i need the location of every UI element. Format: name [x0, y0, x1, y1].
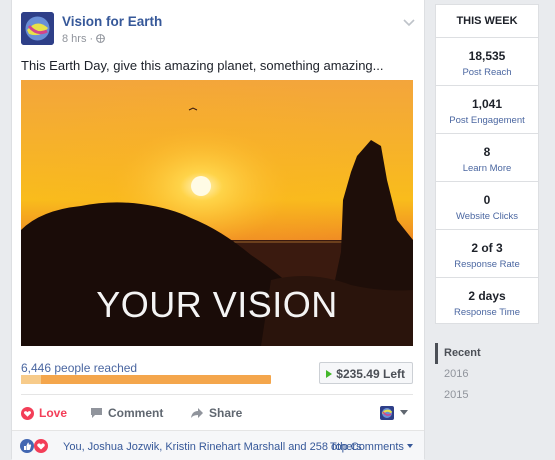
post-options-chevron-icon[interactable] [402, 16, 416, 30]
like-reaction-icon [20, 439, 34, 458]
comment-label: Comment [108, 406, 164, 420]
stat-value: 8 [483, 145, 491, 159]
stat-label[interactable]: Response Time [436, 307, 538, 318]
budget-left-button[interactable]: $235.49 Left [319, 362, 413, 384]
stat-value: 18,535 [468, 49, 506, 63]
caret-down-icon [400, 410, 408, 415]
stat-label[interactable]: Website Clicks [436, 211, 538, 222]
post-actions: Love Comment Share [21, 403, 413, 423]
stat-post-reach: 18,535 Post Reach [436, 38, 538, 86]
share-button[interactable]: Share [190, 403, 242, 423]
budget-left-label: $235.49 Left [336, 367, 405, 381]
stat-website-clicks: 0 Website Clicks [436, 182, 538, 230]
post-time[interactable]: 8 hrs [62, 33, 86, 45]
stat-response-rate: 2 of 3 Response Rate [436, 230, 538, 278]
reactions-bar: You, Joshua Jozwik, Kristin Rinehart Mar… [12, 430, 424, 460]
stat-value: 0 [483, 193, 491, 207]
love-label: Love [39, 406, 68, 420]
play-icon [326, 370, 333, 378]
year-item-2016[interactable]: 2016 [435, 364, 545, 385]
stat-learn-more: 8 Learn More [436, 134, 538, 182]
reach-progress-bar [21, 375, 271, 384]
reactions-text[interactable]: You, Joshua Jozwik, Kristin Rinehart Mar… [63, 441, 362, 453]
reach-row: 6,446 people reached $235.49 Left [21, 360, 413, 388]
top-comments-label: Top Comments [329, 441, 404, 453]
comment-button[interactable]: Comment [90, 403, 163, 423]
stat-value: 1,041 [471, 97, 503, 111]
post-as-selector[interactable] [380, 403, 413, 423]
caret-down-icon [407, 444, 413, 448]
stat-post-engagement: 1,041 Post Engagement [436, 86, 538, 134]
love-icon [21, 406, 34, 420]
top-comments-dropdown[interactable]: Top Comments [330, 441, 413, 453]
reach-progress-fill [21, 375, 41, 384]
this-week-title: THIS WEEK [436, 5, 538, 38]
people-reached-link[interactable]: 6,446 people reached [21, 361, 137, 375]
year-item-recent[interactable]: Recent [435, 343, 545, 364]
share-icon [191, 408, 203, 418]
post-card: Vision for Earth 8 hrs · This Earth Day,… [11, 0, 425, 460]
page-avatar[interactable] [21, 12, 54, 45]
stat-value: 2 of 3 [471, 241, 503, 255]
stat-label[interactable]: Response Rate [436, 259, 538, 270]
post-image[interactable]: YOUR VISION [21, 80, 413, 346]
stat-label[interactable]: Post Reach [436, 67, 538, 78]
post-header: Vision for Earth 8 hrs · [21, 12, 424, 52]
page-name[interactable]: Vision for Earth [62, 14, 162, 29]
stat-label[interactable]: Learn More [436, 163, 538, 174]
stat-label[interactable]: Post Engagement [436, 115, 538, 126]
love-button[interactable]: Love [21, 403, 67, 423]
share-label: Share [209, 406, 243, 420]
stat-response-time: 2 days Response Time [436, 278, 538, 326]
image-caption: YOUR VISION [96, 284, 338, 325]
love-reaction-icon [34, 439, 48, 458]
divider [21, 394, 413, 395]
this-week-panel: THIS WEEK 18,535 Post Reach 1,041 Post E… [435, 4, 539, 324]
year-filter-list: Recent 2016 2015 [435, 343, 545, 406]
post-text: This Earth Day, give this amazing planet… [21, 58, 384, 73]
post-meta: 8 hrs · [62, 33, 106, 45]
year-item-2015[interactable]: 2015 [435, 385, 545, 406]
stat-value: 2 days [468, 289, 506, 303]
page-avatar-small-icon [380, 406, 394, 420]
comment-icon [91, 408, 102, 418]
privacy-globe-icon [96, 33, 106, 45]
